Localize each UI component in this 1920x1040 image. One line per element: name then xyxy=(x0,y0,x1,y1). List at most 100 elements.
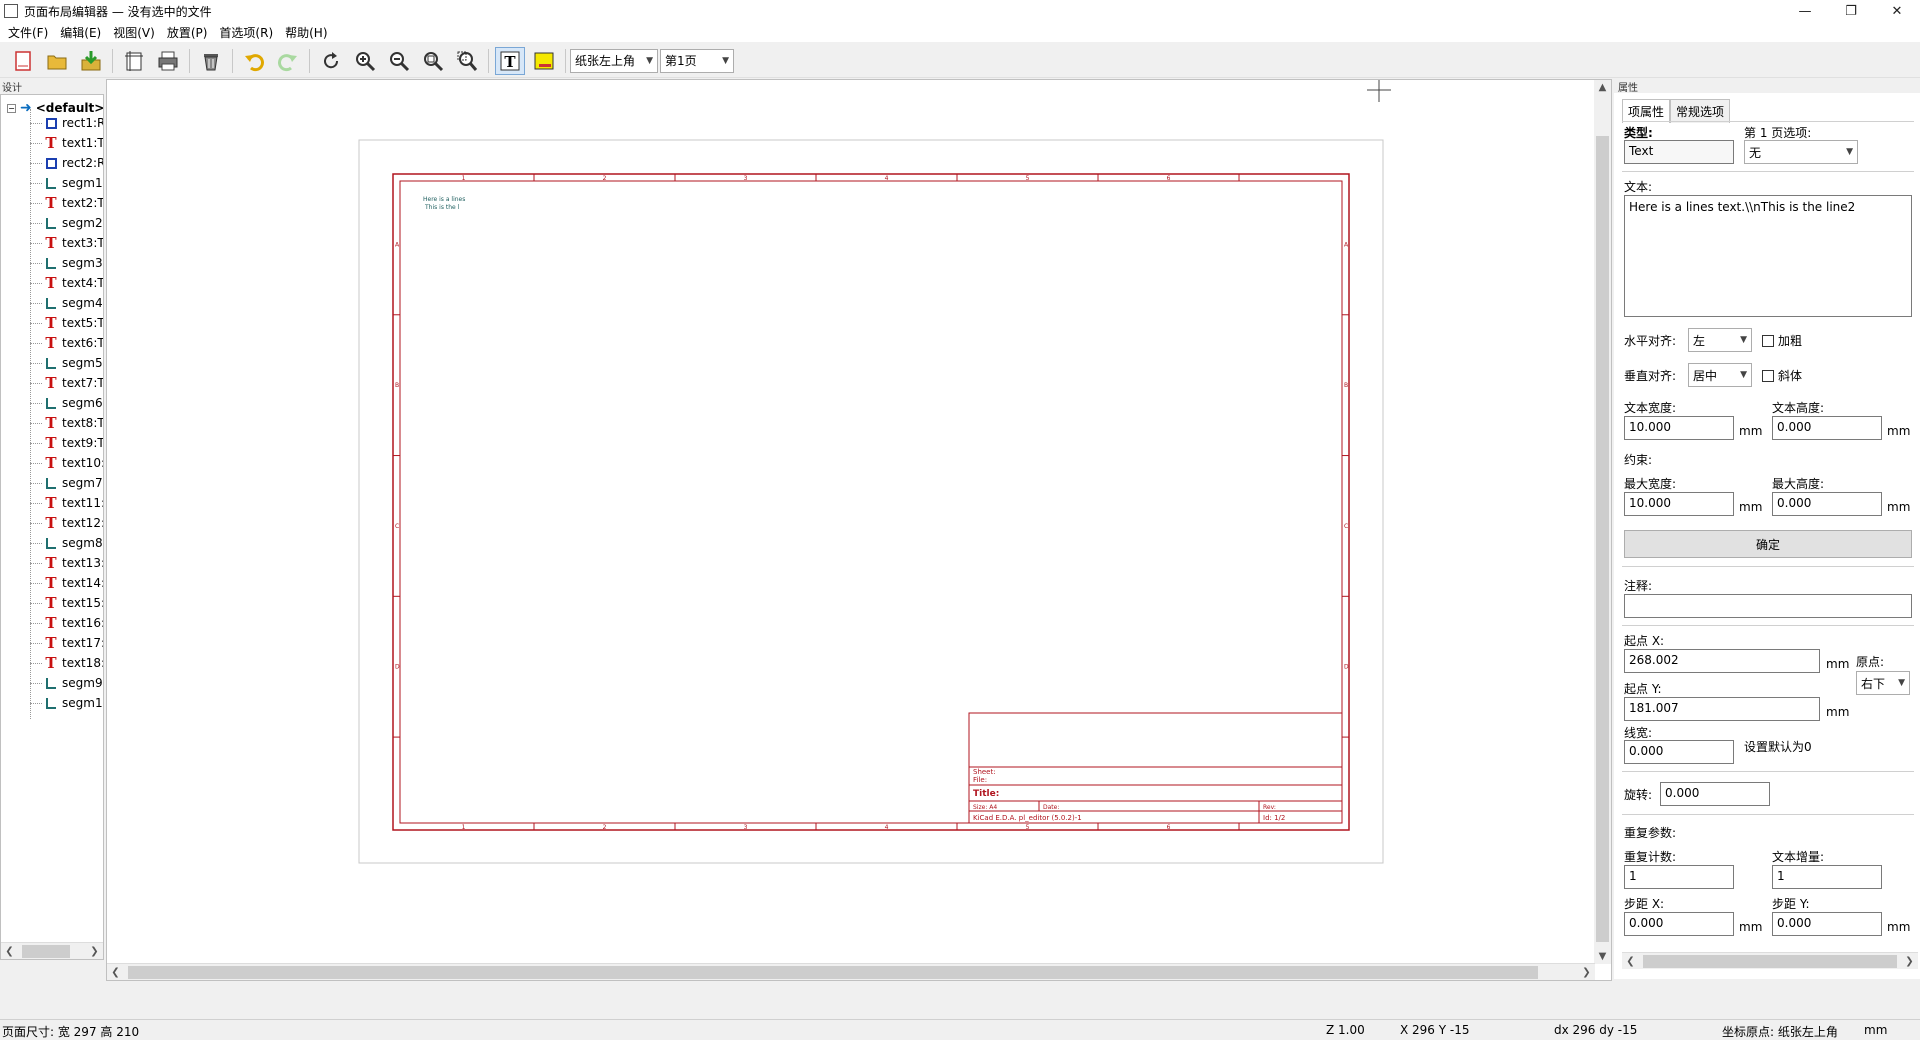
tree-item[interactable]: Ttext3:T xyxy=(30,233,103,253)
menu-edit[interactable]: 编辑(E) xyxy=(54,24,107,41)
scrollbar-thumb[interactable] xyxy=(1643,954,1897,968)
load-page-layout-icon[interactable] xyxy=(76,47,106,75)
origin-selector[interactable]: 纸张左上角 ▼ xyxy=(570,48,658,73)
scrollbar-thumb[interactable] xyxy=(1596,136,1609,942)
tree-item[interactable]: segm8 xyxy=(30,533,103,553)
tree-item[interactable]: Ttext18: xyxy=(30,653,103,673)
tree-item[interactable]: segm1 xyxy=(30,173,103,193)
tree-item[interactable]: Ttext15: xyxy=(30,593,103,613)
tree-item[interactable]: Ttext7:T xyxy=(30,373,103,393)
tree-item[interactable]: Ttext9:T xyxy=(30,433,103,453)
tree-item[interactable]: segm7 xyxy=(30,473,103,493)
menu-place[interactable]: 放置(P) xyxy=(161,24,214,41)
step-y-input[interactable]: 0.000 xyxy=(1772,912,1882,936)
scrollbar-thumb[interactable] xyxy=(22,944,70,958)
max-width-input[interactable]: 10.000 xyxy=(1624,492,1734,516)
tree-item[interactable]: segm6 xyxy=(30,393,103,413)
scroll-left-icon[interactable]: ❮ xyxy=(1,946,18,957)
comment-input[interactable] xyxy=(1624,594,1912,618)
print-icon[interactable] xyxy=(153,47,183,75)
collapse-icon[interactable]: − xyxy=(7,103,16,113)
vertical-align-select[interactable]: 居中 ▼ xyxy=(1688,363,1752,387)
tree-item[interactable]: Ttext13: xyxy=(30,553,103,573)
checkbox-box[interactable] xyxy=(1762,334,1774,347)
page-selector[interactable]: 第1页 ▼ xyxy=(660,48,734,73)
redo-icon[interactable] xyxy=(273,47,303,75)
text-width-input[interactable]: 10.000 xyxy=(1624,416,1734,440)
tree-item[interactable]: Ttext10: xyxy=(30,453,103,473)
italic-checkbox[interactable]: 斜体 xyxy=(1762,367,1802,384)
tree-item[interactable]: Ttext17: xyxy=(30,633,103,653)
tab-item-properties[interactable]: 项属性 xyxy=(1622,99,1671,123)
page-option-select[interactable]: 无 ▼ xyxy=(1744,140,1858,164)
repeat-count-input[interactable]: 1 xyxy=(1624,865,1734,889)
scroll-right-icon[interactable]: ❯ xyxy=(1578,967,1595,978)
tree-item[interactable]: Ttext2:T xyxy=(30,193,103,213)
text-tool-icon[interactable]: T xyxy=(495,46,525,75)
design-tree[interactable]: − ➜ <default> rect1:R Ttext1:T rect2:R segm… xyxy=(0,94,104,960)
text-content-area[interactable]: Here is a lines text.\\nThis is the line… xyxy=(1624,195,1912,317)
menu-preferences[interactable]: 首选项(R) xyxy=(213,24,279,41)
maximize-button[interactable]: ❐ xyxy=(1828,0,1874,22)
checkbox-box[interactable] xyxy=(1762,369,1774,382)
color-mode-icon[interactable] xyxy=(529,47,559,75)
tree-item[interactable]: segm4 xyxy=(30,293,103,313)
tree-item[interactable]: Ttext5:T xyxy=(30,313,103,333)
text-increment-input[interactable]: 1 xyxy=(1772,865,1882,889)
zoom-selection-icon[interactable] xyxy=(452,47,482,75)
tree-item[interactable]: Ttext16: xyxy=(30,613,103,633)
rotation-input[interactable]: 0.000 xyxy=(1660,782,1770,806)
page-settings-icon[interactable] xyxy=(119,47,149,75)
tree-item[interactable]: segm1 xyxy=(30,693,103,713)
undo-icon[interactable] xyxy=(239,47,269,75)
minimize-button[interactable]: — xyxy=(1782,0,1828,22)
refresh-icon[interactable] xyxy=(316,47,346,75)
ok-button[interactable]: 确定 xyxy=(1624,530,1912,558)
zoom-in-icon[interactable] xyxy=(350,47,380,75)
tree-item[interactable]: segm9 xyxy=(30,673,103,693)
line-width-input[interactable]: 0.000 xyxy=(1624,740,1734,764)
properties-horizontal-scrollbar[interactable]: ❮ ❯ xyxy=(1622,952,1918,969)
tree-horizontal-scrollbar[interactable]: ❮ ❯ xyxy=(1,942,103,959)
tree-item[interactable]: Ttext4:T xyxy=(30,273,103,293)
tree-item[interactable]: Ttext14: xyxy=(30,573,103,593)
scrollbar-thumb[interactable] xyxy=(128,965,1538,979)
zoom-out-icon[interactable] xyxy=(384,47,414,75)
open-folder-icon[interactable] xyxy=(42,47,72,75)
canvas-vertical-scrollbar[interactable]: ▲ ▼ xyxy=(1594,80,1611,964)
menu-help[interactable]: 帮助(H) xyxy=(279,24,333,41)
scroll-down-icon[interactable]: ▼ xyxy=(1594,951,1611,962)
horizontal-align-select[interactable]: 左 ▼ xyxy=(1688,328,1752,352)
menu-view[interactable]: 视图(V) xyxy=(107,24,161,41)
step-x-input[interactable]: 0.000 xyxy=(1624,912,1734,936)
drawing-canvas[interactable]: 112233445566AABBCCDD Here is a lines Thi… xyxy=(106,79,1612,981)
new-file-icon[interactable] xyxy=(8,47,38,75)
bold-checkbox[interactable]: 加粗 xyxy=(1762,332,1802,349)
text-height-input[interactable]: 0.000 xyxy=(1772,416,1882,440)
tree-item[interactable]: Ttext1:T xyxy=(30,133,103,153)
start-y-input[interactable]: 181.007 xyxy=(1624,697,1820,721)
tree-item[interactable]: Ttext11: xyxy=(30,493,103,513)
tree-item[interactable]: Ttext8:T xyxy=(30,413,103,433)
tree-item[interactable]: Ttext12: xyxy=(30,513,103,533)
scroll-left-icon[interactable]: ❮ xyxy=(1622,956,1639,967)
tab-general-options[interactable]: 常规选项 xyxy=(1670,99,1731,123)
scroll-up-icon[interactable]: ▲ xyxy=(1594,82,1611,93)
tree-item[interactable]: rect1:R xyxy=(30,113,103,133)
origin-select[interactable]: 右下 ▼ xyxy=(1856,671,1910,695)
scroll-left-icon[interactable]: ❮ xyxy=(107,967,124,978)
canvas-horizontal-scrollbar[interactable]: ❮ ❯ xyxy=(107,963,1595,980)
menu-file[interactable]: 文件(F) xyxy=(2,24,54,41)
max-height-input[interactable]: 0.000 xyxy=(1772,492,1882,516)
tree-item[interactable]: segm5 xyxy=(30,353,103,373)
tree-item[interactable]: segm2 xyxy=(30,213,103,233)
delete-icon[interactable] xyxy=(196,47,226,75)
scroll-right-icon[interactable]: ❯ xyxy=(1901,956,1918,967)
tree-item[interactable]: segm3 xyxy=(30,253,103,273)
zoom-fit-icon[interactable] xyxy=(418,47,448,75)
close-button[interactable]: ✕ xyxy=(1874,0,1920,22)
start-x-input[interactable]: 268.002 xyxy=(1624,649,1820,673)
scroll-right-icon[interactable]: ❯ xyxy=(86,946,103,957)
tree-item[interactable]: rect2:R xyxy=(30,153,103,173)
tree-item[interactable]: Ttext6:T xyxy=(30,333,103,353)
